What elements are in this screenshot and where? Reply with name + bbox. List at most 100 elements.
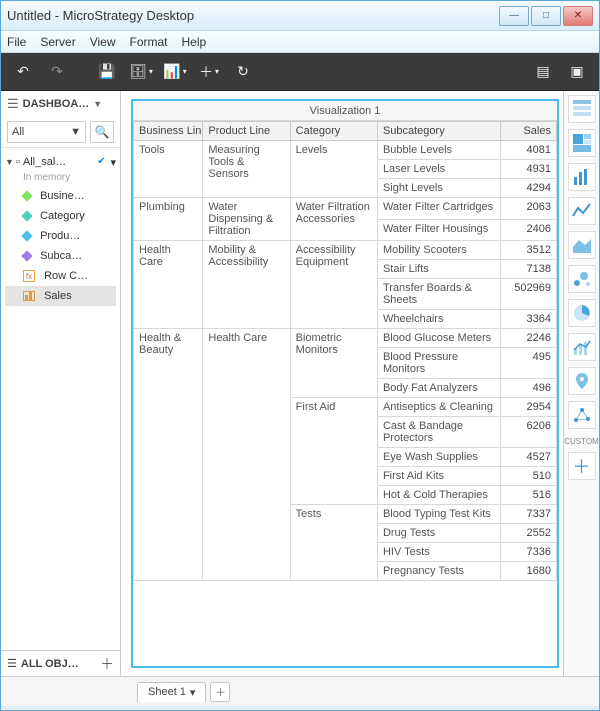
metric-sales[interactable]: Sales	[5, 286, 116, 306]
cell-subcategory: Body Fat Analyzers	[377, 379, 500, 398]
viz-gallery: CUSTOM ＋	[563, 91, 599, 676]
table-row[interactable]: ToolsMeasuring Tools & SensorsLevelsBubb…	[134, 141, 557, 160]
cell-sales: 7337	[501, 505, 557, 524]
undo-button[interactable]: ↶	[9, 59, 37, 85]
all-objects-panel[interactable]: ☰ ALL OBJ… ＋	[1, 650, 120, 676]
menu-view[interactable]: View	[90, 35, 116, 49]
cell-sales: 3512	[501, 241, 557, 260]
add-sheet-button[interactable]: ＋	[210, 682, 230, 702]
check-icon: ✔	[95, 156, 107, 168]
cell-sales: 4294	[501, 179, 557, 198]
close-button[interactable]: ✕	[563, 6, 593, 26]
cell-subcategory: Sight Levels	[377, 179, 500, 198]
fullscreen-button[interactable]: ▣	[563, 59, 591, 85]
sheet-bar: Sheet 1 ▾ ＋	[1, 676, 599, 706]
minimize-button[interactable]: —	[499, 6, 529, 26]
menu-file[interactable]: File	[7, 35, 26, 49]
viz-grid-button[interactable]	[568, 95, 596, 123]
collapse-icon: ▼	[5, 157, 13, 167]
cell-sales: 496	[501, 379, 557, 398]
panel-icon: ☰	[7, 657, 17, 670]
maximize-button[interactable]: □	[531, 6, 561, 26]
add-button[interactable]: ＋▾	[195, 59, 223, 85]
cell-subcategory: Stair Lifts	[377, 260, 500, 279]
filter-all-dropdown[interactable]: All▼	[7, 121, 86, 143]
present-button[interactable]: ▤	[529, 59, 557, 85]
menu-server[interactable]: Server	[40, 35, 75, 49]
search-icon: 🔍	[95, 125, 110, 139]
menu-help[interactable]: Help	[182, 35, 207, 49]
metric-rowcount[interactable]: fx Row C…	[5, 266, 116, 286]
attribute-icon	[21, 210, 32, 221]
cell-category: Biometric Monitors	[290, 329, 377, 398]
cell-product-line: Mobility & Accessibility	[203, 241, 290, 329]
viz-custom-add-button[interactable]: ＋	[568, 452, 596, 480]
dataset-tree: ▼ ▫ All_sal… ✔ ▾ In memory Busine… Categ…	[1, 148, 120, 310]
table-row[interactable]: Health CareMobility & AccessibilityAcces…	[134, 241, 557, 260]
attribute-icon	[21, 250, 32, 261]
tree-root[interactable]: ▼ ▫ All_sal… ✔ ▾	[5, 152, 116, 172]
toolbar: ↶ ↷ 💾 🗄▾ 📊▾ ＋▾ ↻ ▤ ▣	[1, 53, 599, 91]
attr-product-line[interactable]: Produ…	[5, 226, 116, 246]
search-button[interactable]: 🔍	[90, 121, 114, 143]
cell-subcategory: First Aid Kits	[377, 467, 500, 486]
menubar: File Server View Format Help	[1, 31, 599, 53]
panel-dashboard-data[interactable]: ☰ DASHBOA… ▼	[1, 91, 120, 117]
cell-sales: 2246	[501, 329, 557, 348]
window-controls: — □ ✕	[499, 6, 593, 26]
cell-business-line: Health & Beauty	[134, 329, 203, 581]
attr-category[interactable]: Category	[5, 206, 116, 226]
insert-chart-button[interactable]: 📊▾	[161, 59, 189, 85]
viz-network-button[interactable]	[568, 401, 596, 429]
panel-title: DASHBOA…	[23, 98, 90, 110]
cell-category: Accessibility Equipment	[290, 241, 377, 329]
viz-map-button[interactable]	[568, 367, 596, 395]
viz-pie-button[interactable]	[568, 299, 596, 327]
cell-sales: 6206	[501, 417, 557, 448]
viz-area-button[interactable]	[568, 231, 596, 259]
cell-business-line: Health Care	[134, 241, 203, 329]
cell-sales: 1680	[501, 562, 557, 581]
cell-subcategory: Drug Tests	[377, 524, 500, 543]
data-source-button[interactable]: 🗄▾	[127, 59, 155, 85]
cell-subcategory: Laser Levels	[377, 160, 500, 179]
viz-line-button[interactable]	[568, 197, 596, 225]
cell-subcategory: Water Filter Housings	[377, 219, 500, 241]
plus-icon[interactable]: ＋	[100, 654, 114, 674]
data-grid[interactable]: Business LineProduct LineCategorySubcate…	[133, 121, 557, 666]
fx-icon: fx	[23, 270, 35, 282]
cell-subcategory: Eye Wash Supplies	[377, 448, 500, 467]
cell-subcategory: Cast & Bandage Protectors	[377, 417, 500, 448]
redo-button[interactable]: ↷	[43, 59, 71, 85]
visualization-1[interactable]: Visualization 1 Business LineProduct Lin…	[131, 99, 559, 668]
menu-format[interactable]: Format	[129, 35, 167, 49]
viz-treemap-button[interactable]	[568, 129, 596, 157]
window-title: Untitled - MicroStrategy Desktop	[7, 8, 499, 23]
cell-category: Tests	[290, 505, 377, 581]
attr-business-line[interactable]: Busine…	[5, 186, 116, 206]
column-header[interactable]: Business Line	[134, 122, 203, 141]
viz-bar-button[interactable]	[568, 163, 596, 191]
cell-product-line: Water Dispensing & Filtration	[203, 198, 290, 241]
cell-sales: 2406	[501, 219, 557, 241]
metric-icon	[23, 291, 35, 301]
save-button[interactable]: 💾	[93, 59, 121, 85]
table-row[interactable]: PlumbingWater Dispensing & FiltrationWat…	[134, 198, 557, 220]
table-row[interactable]: Health & BeautyHealth CareBiometric Moni…	[134, 329, 557, 348]
cell-product-line: Measuring Tools & Sensors	[203, 141, 290, 198]
chevron-down-icon: ▼	[93, 99, 102, 109]
sidebar: ☰ DASHBOA… ▼ All▼ 🔍 ▼ ▫ All_sal… ✔ ▾	[1, 91, 121, 676]
column-header[interactable]: Product Line	[203, 122, 290, 141]
cell-subcategory: Bubble Levels	[377, 141, 500, 160]
cell-sales: 4081	[501, 141, 557, 160]
sheet-tab-1[interactable]: Sheet 1 ▾	[137, 682, 206, 702]
column-header[interactable]: Category	[290, 122, 377, 141]
cell-subcategory: Transfer Boards & Sheets	[377, 279, 500, 310]
column-header[interactable]: Subcategory	[377, 122, 500, 141]
column-header[interactable]: Sales	[501, 122, 557, 141]
viz-combo-button[interactable]	[568, 333, 596, 361]
cube-icon: ▫	[16, 156, 20, 168]
refresh-button[interactable]: ↻	[229, 59, 257, 85]
viz-bubble-button[interactable]	[568, 265, 596, 293]
attr-subcategory[interactable]: Subca…	[5, 246, 116, 266]
